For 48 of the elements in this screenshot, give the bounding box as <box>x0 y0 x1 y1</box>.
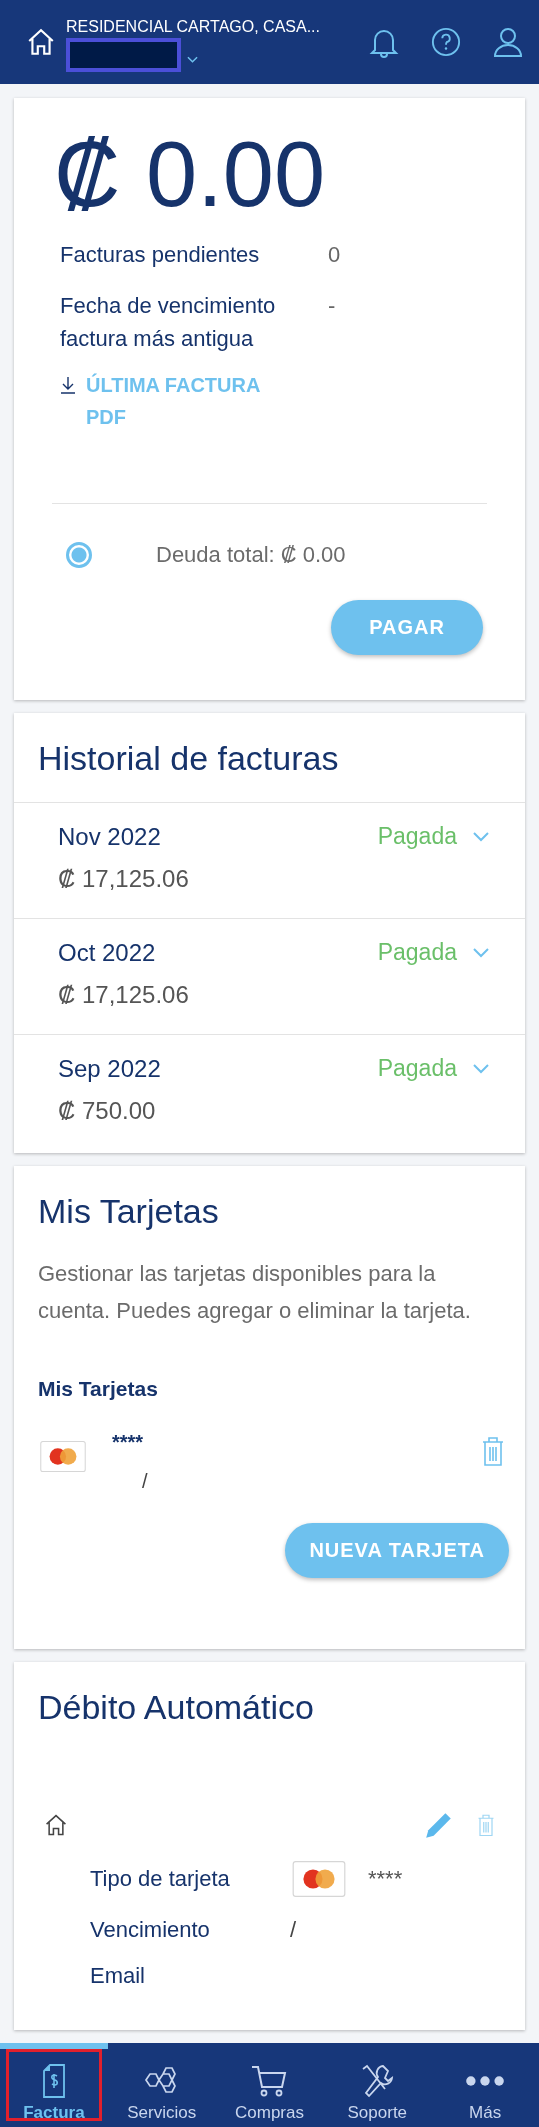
user-icon[interactable] <box>493 26 523 58</box>
invoice-period: Oct 2022 <box>58 939 157 967</box>
invoice-row[interactable]: Oct 2022 ₡ 17,125.06 Pagada <box>14 919 525 1035</box>
field-value: / <box>290 1917 297 1943</box>
card-logo-icon <box>290 1861 348 1897</box>
trash-icon[interactable] <box>481 1435 505 1467</box>
nav-tab[interactable]: Factura <box>0 2043 108 2127</box>
invoice-row[interactable]: Sep 2022 ₡ 750.00 Pagada <box>14 1035 525 1151</box>
section-title: Mis Tarjetas <box>37 1191 220 1232</box>
invoice-amount: ₡ 17,125.06 <box>58 865 190 893</box>
nav-tab[interactable]: Servicios <box>107 2043 216 2127</box>
card-expiry: / <box>142 1470 149 1493</box>
help-icon[interactable] <box>431 26 461 58</box>
download-icon <box>60 375 76 395</box>
field-value: **** <box>368 1866 403 1892</box>
nav-tab[interactable]: Soporte <box>323 2043 432 2127</box>
invoice-status: Pagada <box>377 1055 457 1082</box>
trash-icon[interactable] <box>477 1813 495 1837</box>
address-text[interactable]: RESIDENCIAL CARTAGO, CASA... <box>66 18 337 36</box>
detail-value: 0 <box>328 241 341 269</box>
chevron-down-icon[interactable] <box>187 56 198 64</box>
section-title: Débito Automático <box>37 1687 315 1728</box>
field-label: Tipo de tarjeta <box>90 1866 231 1892</box>
card-logo-icon <box>38 1441 88 1472</box>
field-label: Vencimiento <box>90 1917 211 1943</box>
invoice-status: Pagada <box>377 939 457 966</box>
field-label: Email <box>90 1963 146 1989</box>
radio-button[interactable] <box>66 542 92 568</box>
detail-label: Fecha de vencimiento factura más antigua <box>60 292 277 353</box>
detail-label: Facturas pendientes <box>60 241 261 269</box>
card-number: **** <box>112 1431 145 1454</box>
invoice-amount: ₡ 17,125.06 <box>58 981 190 1009</box>
description-text: Gestionar las tarjetas disponibles para la cuenta. Puedes agregar o eliminar la tarjeta. <box>38 1260 472 1325</box>
invoice-row[interactable]: Nov 2022 ₡ 17,125.06 Pagada <box>14 803 525 919</box>
home-icon[interactable] <box>26 27 56 57</box>
nav-tab[interactable]: Más <box>431 2043 539 2127</box>
home-icon <box>44 1813 68 1837</box>
more-icon <box>465 2075 506 2087</box>
invoice-status: Pagada <box>377 823 457 850</box>
detail-value: - <box>328 292 336 320</box>
nav-tab[interactable]: Compras <box>215 2043 324 2127</box>
invoice-period: Nov 2022 <box>58 823 162 851</box>
subsection-title: Mis Tarjetas <box>38 1377 159 1401</box>
invoice-amount: ₡ 750.00 <box>58 1097 157 1125</box>
section-title: Historial de facturas <box>14 713 525 803</box>
invoice-period: Sep 2022 <box>58 1055 162 1083</box>
balance-amount: ₡ 0.00 <box>54 128 327 220</box>
debt-total-label: Deuda total: ₡ 0.00 <box>156 542 346 568</box>
